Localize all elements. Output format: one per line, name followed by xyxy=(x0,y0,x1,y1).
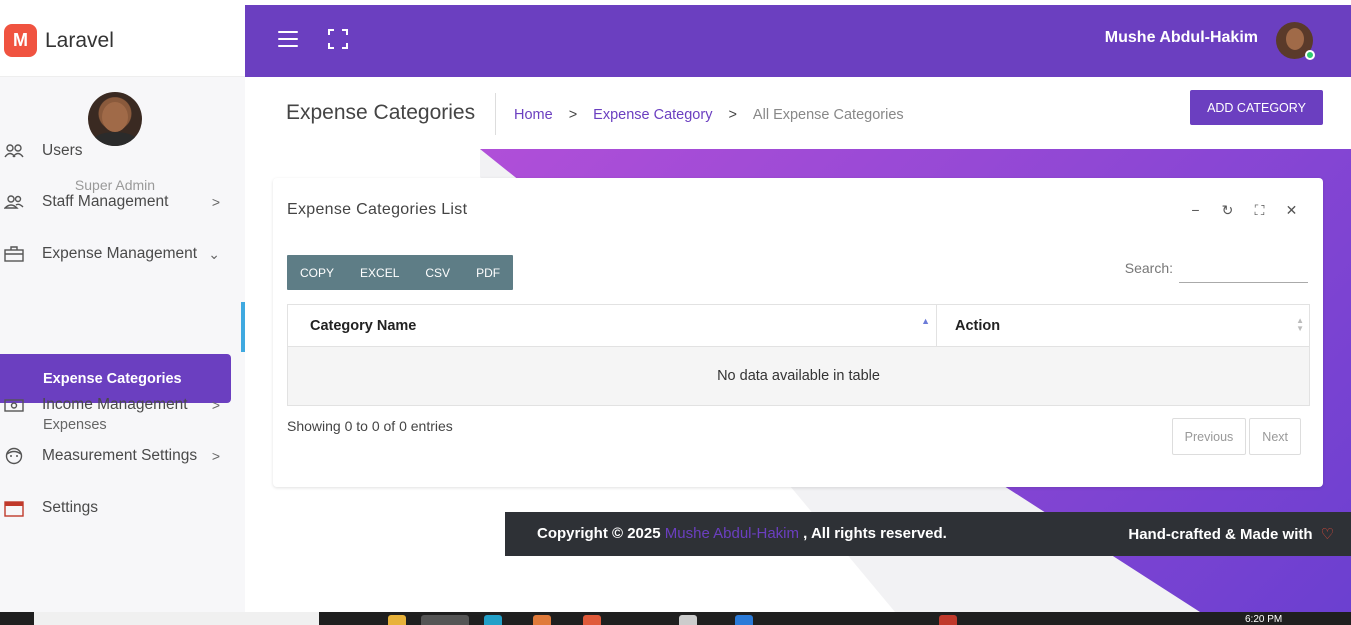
os-taskbar: 6:20 PM xyxy=(0,612,1351,625)
sidebar-item-settings[interactable]: Settings xyxy=(0,488,230,528)
breadcrumb-expense-category[interactable]: Expense Category xyxy=(593,107,712,123)
export-button-group: COPY EXCEL CSV PDF xyxy=(287,255,514,290)
footer: Copyright © 2025 Mushe Abdul-Hakim , All… xyxy=(505,512,1351,556)
search-label: Search: xyxy=(1124,260,1173,276)
copy-button[interactable]: COPY xyxy=(287,255,347,290)
app-icon[interactable] xyxy=(583,615,601,625)
online-status-icon xyxy=(1305,50,1315,60)
laravel-logo-icon: M xyxy=(4,24,37,57)
staff-icon xyxy=(2,192,26,212)
taskbar-search[interactable] xyxy=(34,612,319,625)
sidebar-item-label: Settings xyxy=(42,499,99,516)
table-header-row: Category Name ▲ Action ▲ ▼ xyxy=(287,304,1310,347)
chevron-down-icon: ⌄ xyxy=(208,245,220,262)
copyright: Copyright © 2025 Mushe Abdul-Hakim , All… xyxy=(537,525,947,542)
app-icon[interactable] xyxy=(533,615,551,625)
top-navbar: Mushe Abdul-Hakim xyxy=(245,5,1351,77)
csv-button[interactable]: CSV xyxy=(412,255,463,290)
sidebar-item-income-management[interactable]: Income Management > xyxy=(0,385,230,425)
next-page-button[interactable]: Next xyxy=(1249,418,1301,455)
breadcrumb: Home > Expense Category > All Expense Ca… xyxy=(514,107,904,123)
briefcase-icon xyxy=(2,244,26,264)
face-icon xyxy=(2,446,26,466)
sort-icon: ▲ ▼ xyxy=(1296,316,1304,333)
money-icon xyxy=(2,395,26,415)
column-header-category-name[interactable]: Category Name ▲ xyxy=(287,304,937,347)
app-icon[interactable] xyxy=(939,615,957,625)
breadcrumb-separator: > xyxy=(568,107,578,123)
table-info: Showing 0 to 0 of 0 entries xyxy=(287,418,453,434)
vscode-app-icon[interactable] xyxy=(735,615,753,625)
sidebar-item-users[interactable]: Users xyxy=(0,131,230,171)
sidebar-item-label: Staff Management xyxy=(42,193,169,210)
categories-card: Expense Categories List − ↻ ⛶ ✕ COPY EXC… xyxy=(273,178,1323,487)
heart-icon: ♡ xyxy=(1320,526,1334,543)
footer-credit: Hand-crafted & Made with ♡ xyxy=(1128,526,1334,543)
brand-name: Laravel xyxy=(45,28,114,52)
chevron-right-icon: > xyxy=(211,194,220,210)
sidebar-item-label: Users xyxy=(42,142,83,159)
calendar-icon xyxy=(2,498,26,518)
empty-table-message: No data available in table xyxy=(287,346,1310,406)
sidebar-item-label: Income Management xyxy=(42,396,188,413)
categories-table: Category Name ▲ Action ▲ ▼ No data availa… xyxy=(287,304,1310,406)
folder-app-icon[interactable] xyxy=(388,615,406,625)
chevron-right-icon: > xyxy=(211,448,220,464)
pagination: Previous Next xyxy=(1171,418,1301,455)
taskbar-clock: 6:20 PM xyxy=(1245,614,1283,625)
fullscreen-icon[interactable] xyxy=(328,29,348,49)
column-header-action[interactable]: Action ▲ ▼ xyxy=(936,304,1310,347)
pdf-button[interactable]: PDF xyxy=(463,255,513,290)
page-title: Expense Categories xyxy=(286,101,476,124)
chevron-right-icon: > xyxy=(211,397,220,413)
expand-icon[interactable]: ⛶ xyxy=(1252,202,1267,219)
minimize-icon[interactable]: − xyxy=(1188,202,1203,219)
previous-page-button[interactable]: Previous xyxy=(1171,418,1247,455)
excel-button[interactable]: EXCEL xyxy=(347,255,412,290)
chrome-app-icon[interactable] xyxy=(421,615,469,625)
sort-ascending-icon: ▲ xyxy=(921,316,930,326)
sidebar-item-expense-management[interactable]: Expense Management ⌄ xyxy=(0,234,230,274)
add-category-button[interactable]: ADD CATEGORY xyxy=(1190,90,1323,125)
sidebar-item-label: Measurement Settings xyxy=(42,447,198,464)
breadcrumb-current: All Expense Categories xyxy=(752,107,904,123)
menu-toggle-icon[interactable] xyxy=(278,31,298,47)
close-icon[interactable]: ✕ xyxy=(1284,202,1299,219)
sidebar: M Laravel Super Admin Users Staff Manage… xyxy=(0,5,245,612)
card-title: Expense Categories List xyxy=(287,201,468,218)
brand[interactable]: M Laravel xyxy=(0,5,245,77)
divider xyxy=(495,93,496,135)
app-icon[interactable] xyxy=(484,615,502,625)
table-row: No data available in table xyxy=(287,346,1310,406)
breadcrumb-separator: > xyxy=(728,107,737,123)
app-icon[interactable] xyxy=(679,615,697,625)
sidebar-item-measurement-settings[interactable]: Measurement Settings > xyxy=(0,436,230,476)
page-header: Expense Categories Home > Expense Catego… xyxy=(245,77,1351,149)
user-name[interactable]: Mushe Abdul-Hakim xyxy=(1105,29,1258,47)
search-input[interactable] xyxy=(1179,256,1308,283)
breadcrumb-home[interactable]: Home xyxy=(514,107,553,123)
card-tools: − ↻ ⛶ ✕ xyxy=(1188,202,1299,219)
users-icon xyxy=(2,141,26,161)
sidebar-item-staff-management[interactable]: Staff Management > xyxy=(0,182,230,222)
refresh-icon[interactable]: ↻ xyxy=(1220,202,1235,219)
sidebar-item-label: Expense Management xyxy=(42,245,198,262)
footer-owner-link[interactable]: Mushe Abdul-Hakim xyxy=(665,525,799,542)
